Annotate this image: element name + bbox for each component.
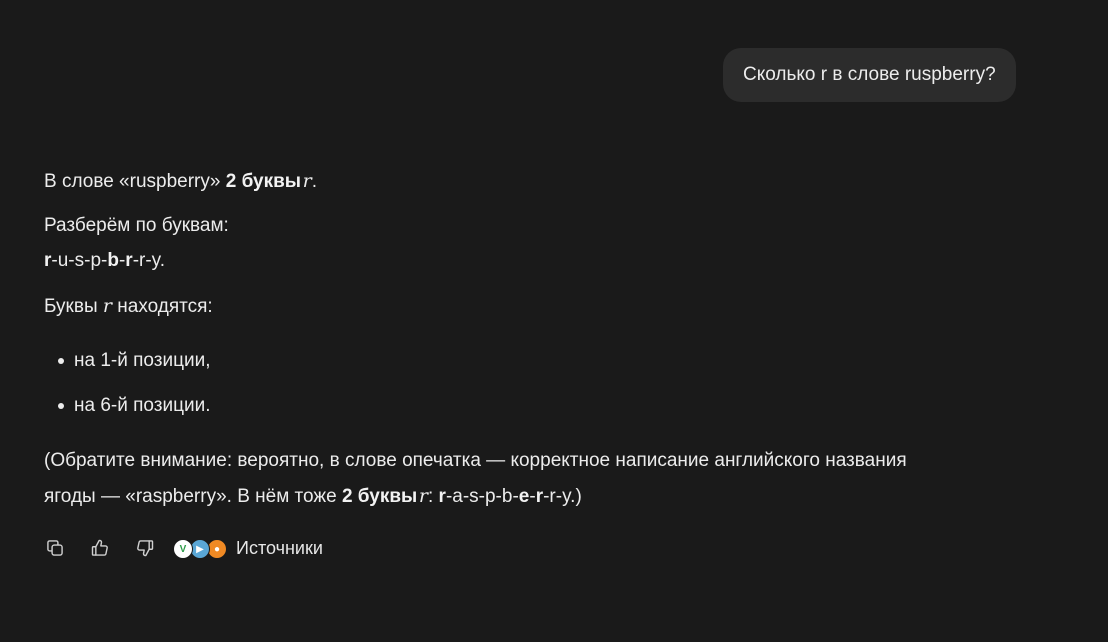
answer-paragraph-breakdown: Разберём по буквам: — [44, 215, 229, 236]
copy-button[interactable] — [44, 537, 66, 559]
highlighted-letter: r — [125, 250, 133, 271]
note-bold: 2 буквы — [341, 486, 418, 507]
copy-icon — [47, 540, 63, 556]
note-text: ягоды — «raspberry». В нём тоже — [44, 486, 342, 507]
letter-group: -u-s-p- — [51, 250, 108, 271]
spelled-word-raspberry: r-a-s-p-b-e-r-r-y.) — [439, 486, 582, 507]
sources-label: Источники — [236, 537, 323, 558]
summary-end: . — [311, 171, 318, 192]
highlighted-letter: b — [107, 250, 119, 271]
like-button[interactable] — [89, 537, 111, 559]
note-line-2: ягоды — «raspberry». В нём тоже 2 буквы … — [44, 481, 582, 511]
note-colon: : — [427, 486, 439, 507]
summary-bold: 2 буквы — [225, 171, 302, 192]
user-message-text: Сколько r в слове ruspberry? — [743, 64, 996, 85]
bullet-dot — [58, 403, 64, 409]
user-message-bubble: Сколько r в слове ruspberry? — [723, 48, 1016, 102]
source-favicon-icon: ● — [207, 539, 227, 559]
letter-group: -r-y. — [132, 250, 166, 271]
highlighted-letter: e — [518, 486, 530, 507]
positions-text-end: находятся: — [112, 296, 213, 317]
list-item: на 1-й позиции, — [74, 350, 211, 371]
highlighted-letter: r — [438, 486, 446, 507]
math-r: r — [102, 295, 112, 317]
note-line-1: (Обратите внимание: вероятно, в слове оп… — [44, 450, 907, 471]
bullet-dot — [58, 358, 64, 364]
thumbs-up-icon — [91, 539, 108, 556]
answer-paragraph-summary: В слове «ruspberry» 2 буквы r. — [44, 166, 317, 196]
source-favicon-icon: ▶ — [190, 539, 210, 559]
summary-text: В слове «ruspberry» — [44, 171, 226, 192]
message-actions: V ▶ ● Источники — [44, 535, 323, 561]
source-favicon-icon: V — [173, 539, 193, 559]
math-r: r — [418, 485, 428, 507]
source-favicons: V ▶ ● — [173, 537, 229, 559]
sources-button[interactable]: V ▶ ● Источники — [173, 537, 323, 559]
highlighted-letter: r — [535, 486, 544, 507]
list-item: на 6-й позиции. — [74, 395, 211, 416]
answer-paragraph-positions: Буквы r находятся: — [44, 291, 213, 321]
letter-group: -a-s-p-b- — [445, 486, 519, 507]
thumbs-down-icon — [137, 540, 154, 557]
math-r: r — [302, 170, 312, 192]
positions-text: Буквы — [44, 296, 103, 317]
letter-group: -r-y.) — [543, 486, 582, 507]
dislike-button[interactable] — [134, 537, 156, 559]
spelled-word: r-u-s-p-b-r-r-y. — [44, 246, 165, 276]
